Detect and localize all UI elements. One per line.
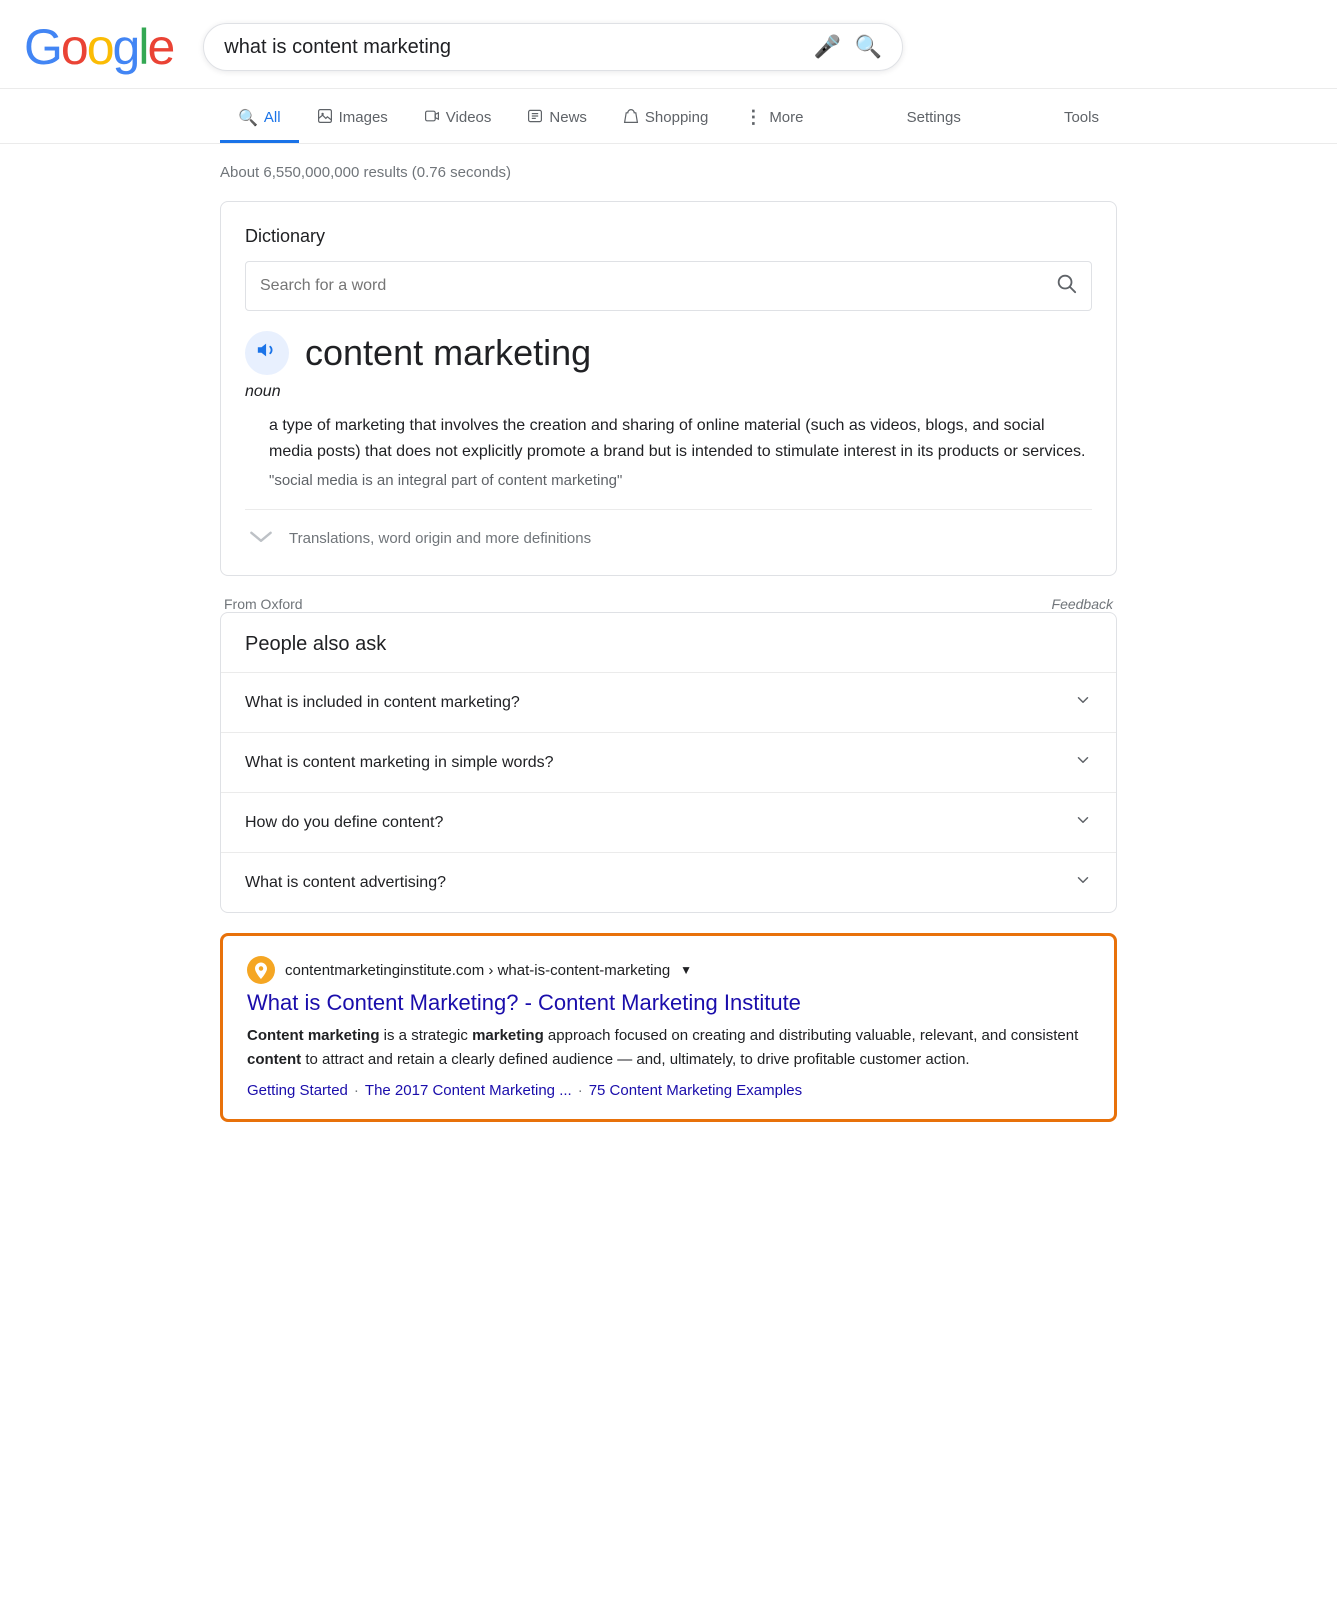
tab-news[interactable]: News	[509, 96, 605, 143]
dictionary-search-row[interactable]	[245, 261, 1092, 311]
paa-chevron-2	[1074, 811, 1092, 834]
paa-question-3: What is content advertising?	[245, 874, 446, 892]
top-search-result: contentmarketinginstitute.com › what-is-…	[220, 933, 1117, 1122]
result-favicon	[247, 956, 275, 984]
news-tab-icon	[527, 108, 543, 128]
paa-chevron-0	[1074, 691, 1092, 714]
header: Google 🎤 🔍	[0, 0, 1337, 89]
sitelink-separator-1: ·	[578, 1082, 583, 1099]
dict-more-label: Translations, word origin and more defin…	[289, 530, 591, 547]
logo-letter-o1: o	[61, 18, 87, 76]
dict-feedback-link[interactable]: Feedback	[1052, 596, 1113, 612]
tools-label: Tools	[1064, 109, 1099, 126]
tab-all[interactable]: 🔍 All	[220, 96, 299, 143]
results-area: About 6,550,000,000 results (0.76 second…	[0, 144, 1337, 1162]
sitelink-2[interactable]: 75 Content Marketing Examples	[589, 1082, 802, 1099]
all-tab-icon: 🔍	[238, 108, 258, 128]
paa-item-1[interactable]: What is content marketing in simple word…	[221, 732, 1116, 792]
chevron-down-icon	[245, 526, 277, 551]
logo-letter-o2: o	[87, 18, 113, 76]
snippet-bold-1: Content marketing	[247, 1027, 380, 1044]
paa-question-1: What is content marketing in simple word…	[245, 754, 554, 772]
tab-more[interactable]: ⋮ More	[726, 95, 821, 143]
tab-images[interactable]: Images	[299, 96, 406, 143]
speaker-button[interactable]	[245, 331, 289, 375]
tab-news-label: News	[549, 109, 587, 126]
results-stats: About 6,550,000,000 results (0.76 second…	[220, 164, 1117, 181]
result-url-dropdown-icon[interactable]: ▼	[680, 963, 692, 977]
sitelink-1[interactable]: The 2017 Content Marketing ...	[365, 1082, 572, 1099]
more-tab-icon: ⋮	[744, 107, 763, 128]
sitelink-separator-0: ·	[354, 1082, 359, 1099]
tab-videos-label: Videos	[446, 109, 492, 126]
logo-letter-e: e	[147, 18, 173, 76]
result-source-row: contentmarketinginstitute.com › what-is-…	[247, 956, 1090, 984]
microphone-icon[interactable]: 🎤	[813, 34, 840, 60]
tab-videos[interactable]: Videos	[406, 96, 510, 143]
dict-pos: noun	[245, 383, 1092, 401]
shopping-tab-icon	[623, 108, 639, 128]
result-url: contentmarketinginstitute.com › what-is-…	[285, 962, 670, 979]
tab-shopping[interactable]: Shopping	[605, 96, 726, 143]
dict-word-row: content marketing	[245, 331, 1092, 375]
search-input[interactable]	[224, 36, 801, 59]
dictionary-search-icon[interactable]	[1055, 272, 1077, 300]
paa-item-0[interactable]: What is included in content marketing?	[221, 672, 1116, 732]
paa-chevron-1	[1074, 751, 1092, 774]
paa-question-0: What is included in content marketing?	[245, 694, 520, 712]
logo-letter-l: l	[138, 18, 147, 76]
tab-more-label: More	[769, 109, 803, 126]
tab-shopping-label: Shopping	[645, 109, 708, 126]
search-bar-container: 🎤 🔍	[203, 23, 903, 71]
logo-letter-G: G	[24, 18, 61, 76]
tab-settings[interactable]: Settings	[889, 97, 979, 141]
dict-more-row[interactable]: Translations, word origin and more defin…	[245, 509, 1092, 551]
videos-tab-icon	[424, 108, 440, 128]
result-sitelinks: Getting Started · The 2017 Content Marke…	[247, 1082, 1090, 1099]
paa-item-2[interactable]: How do you define content?	[221, 792, 1116, 852]
people-also-ask-card: People also ask What is included in cont…	[220, 612, 1117, 913]
paa-question-2: How do you define content?	[245, 814, 443, 832]
dictionary-card: Dictionary content marketing noun a type…	[220, 201, 1117, 576]
logo-letter-g: g	[113, 18, 139, 76]
tab-images-label: Images	[339, 109, 388, 126]
snippet-bold-3: content	[247, 1051, 301, 1068]
google-logo: Google	[24, 18, 173, 76]
paa-item-3[interactable]: What is content advertising?	[221, 852, 1116, 912]
images-tab-icon	[317, 108, 333, 128]
settings-label: Settings	[907, 109, 961, 126]
search-icon[interactable]: 🔍	[855, 34, 882, 60]
dictionary-card-title: Dictionary	[245, 226, 1092, 247]
sitelink-0[interactable]: Getting Started	[247, 1082, 348, 1099]
nav-tabs: 🔍 All Images Videos News Shopping ⋮ More…	[0, 89, 1337, 144]
search-bar[interactable]: 🎤 🔍	[203, 23, 903, 71]
tab-tools[interactable]: Tools	[1046, 97, 1117, 141]
search-icons: 🎤 🔍	[813, 34, 882, 60]
snippet-bold-2: marketing	[472, 1027, 544, 1044]
dict-word: content marketing	[305, 332, 591, 374]
dict-footer: From Oxford Feedback	[220, 596, 1117, 612]
tab-all-label: All	[264, 109, 281, 126]
dict-definition: a type of marketing that involves the cr…	[245, 413, 1092, 464]
result-title[interactable]: What is Content Marketing? - Content Mar…	[247, 990, 1090, 1016]
dictionary-search-input[interactable]	[260, 277, 1045, 295]
dict-from-label: From Oxford	[224, 596, 303, 612]
result-snippet: Content marketing is a strategic marketi…	[247, 1024, 1090, 1072]
paa-title: People also ask	[221, 613, 1116, 672]
paa-chevron-3	[1074, 871, 1092, 894]
speaker-icon	[256, 339, 278, 367]
dict-example: "social media is an integral part of con…	[245, 472, 1092, 489]
